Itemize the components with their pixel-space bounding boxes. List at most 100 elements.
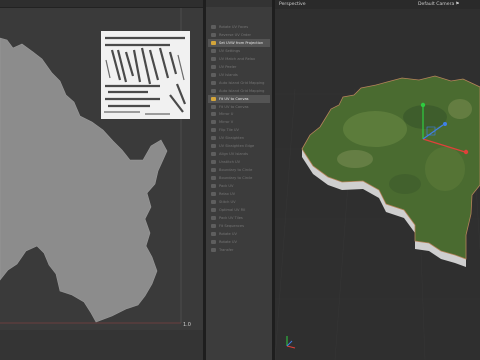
- tool-icon: [211, 168, 216, 173]
- tool-icon: [211, 32, 216, 37]
- tool-item[interactable]: Optimal UV Fill: [208, 206, 270, 214]
- tool-label: Auto Island Grid Mapping: [219, 80, 265, 85]
- tool-item[interactable]: UV Straighten: [208, 134, 270, 142]
- tool-label: Auto Island Grid Mapping: [219, 88, 265, 93]
- tool-item[interactable]: Unstitch UV: [208, 158, 270, 166]
- tool-icon: [211, 88, 216, 93]
- tool-icon: [211, 231, 216, 236]
- tool-item[interactable]: Flip Tile UV: [208, 126, 270, 134]
- tool-icon: [211, 112, 216, 117]
- flag-icon: ⚑: [455, 2, 460, 7]
- tool-label: Relax UV: [219, 191, 236, 196]
- tool-label: Rotate UV: [219, 239, 237, 244]
- viewport-title[interactable]: Perspective: [279, 2, 306, 7]
- tool-label: UV Islands: [219, 72, 238, 77]
- gizmo-z-handle: [443, 122, 447, 126]
- tool-label: Transfer: [219, 247, 234, 252]
- tool-label: Fit UV to Canvas: [219, 104, 249, 109]
- gizmo-y-handle: [420, 102, 426, 108]
- tool-icon: [211, 40, 216, 45]
- tool-item[interactable]: UV Match and Relax: [208, 55, 270, 63]
- tool-label: Fit UV to Canvas: [219, 96, 249, 101]
- tool-icon: [211, 64, 216, 69]
- tool-item[interactable]: Transfer: [208, 246, 270, 254]
- tool-label: Align UV Islands: [219, 152, 248, 157]
- tool-icon: [211, 239, 216, 244]
- tool-icon: [211, 144, 216, 149]
- gizmo-x-handle: [463, 149, 469, 155]
- tool-item[interactable]: Boundary to Circle: [208, 174, 270, 182]
- tool-item[interactable]: Boundary to Circle: [208, 166, 270, 174]
- tool-item[interactable]: Rotate UV Faces: [208, 23, 270, 31]
- tool-label: Mirror U: [219, 112, 234, 117]
- uv-canvas[interactable]: [0, 0, 203, 360]
- tool-item[interactable]: Reverse UV Order: [208, 31, 270, 39]
- tool-icon: [211, 56, 216, 61]
- tool-item[interactable]: Pack UV Tiles: [208, 214, 270, 222]
- camera-label: Default Camera: [418, 2, 455, 7]
- tool-icon: [211, 25, 216, 29]
- tool-icon: [211, 128, 216, 133]
- tool-label: Boundary to Circle: [219, 168, 253, 173]
- tool-label: Stitch UV: [219, 199, 236, 204]
- tool-label: Flip Tile UV: [219, 128, 240, 133]
- axis-indicator: [286, 336, 296, 349]
- tool-item[interactable]: Mirror V: [208, 118, 270, 126]
- tool-item[interactable]: Relax UV: [208, 190, 270, 198]
- viewport-canvas[interactable]: [275, 9, 480, 360]
- tool-item[interactable]: Fit UV to Canvas: [208, 103, 270, 111]
- tool-item[interactable]: UV Islands: [208, 71, 270, 79]
- tool-label: Fit Sequences: [219, 223, 244, 228]
- texture-thumbnail: [101, 31, 190, 119]
- tool-label: Unstitch UV: [219, 160, 241, 165]
- tool-item[interactable]: UV Straighten Edge: [208, 142, 270, 150]
- tool-icon: [211, 104, 216, 109]
- tool-icon: [211, 247, 216, 252]
- tool-label: UV Straighten Edge: [219, 144, 255, 149]
- tool-icon: [211, 223, 216, 228]
- tool-icon: [211, 199, 216, 204]
- tool-item[interactable]: UV Peeler: [208, 63, 270, 71]
- tool-icon: [211, 176, 216, 181]
- tool-label: UV Match and Relax: [219, 56, 256, 61]
- tool-icon: [211, 120, 216, 125]
- tool-item[interactable]: Align UV Islands: [208, 150, 270, 158]
- tool-icon: [211, 215, 216, 220]
- tool-item[interactable]: Auto Island Grid Mapping: [208, 87, 270, 95]
- camera-menu[interactable]: Default Camera⚑: [418, 2, 459, 7]
- tool-icon: [211, 152, 216, 157]
- tool-label: Pack UV Tiles: [219, 215, 243, 220]
- tool-label: Boundary to Circle: [219, 176, 253, 181]
- tool-item[interactable]: Fit UV to Canvas: [208, 94, 270, 103]
- tool-item[interactable]: UV Settings: [208, 47, 270, 55]
- tool-label: Set UVW from Projection: [219, 40, 264, 45]
- tool-item[interactable]: Pack UV: [208, 182, 270, 190]
- tools-panel-header: [206, 0, 272, 7]
- tool-item[interactable]: Set UVW from Projection: [208, 38, 270, 47]
- tool-item[interactable]: Rotate UV: [208, 238, 270, 246]
- uv-bottom-bar: [0, 330, 203, 360]
- tool-item[interactable]: Mirror U: [208, 110, 270, 118]
- tool-label: Reverse UV Order: [219, 32, 252, 37]
- tool-label: UV Straighten: [219, 136, 245, 141]
- tool-icon: [211, 207, 216, 212]
- tool-icon: [211, 191, 216, 196]
- tool-label: Pack UV: [219, 184, 234, 188]
- tool-icon: [211, 184, 216, 188]
- tool-label: Rotate UV Faces: [219, 25, 249, 29]
- tool-label: Mirror V: [219, 120, 234, 125]
- tool-label: UV Settings: [219, 48, 240, 53]
- tool-label: Optimal UV Fill: [219, 207, 246, 212]
- uv-editor-panel[interactable]: 1.0: [0, 0, 203, 360]
- tool-icon: [211, 136, 216, 141]
- tool-item[interactable]: Fit Sequences: [208, 222, 270, 230]
- tool-icon: [211, 72, 216, 77]
- tool-item[interactable]: Auto Island Grid Mapping: [208, 79, 270, 87]
- tool-item[interactable]: Stitch UV: [208, 198, 270, 206]
- tool-icon: [211, 48, 216, 53]
- uv-corner-label: 1.0: [183, 322, 191, 328]
- tool-icon: [211, 80, 216, 85]
- tool-item[interactable]: Rotate UV: [208, 230, 270, 238]
- tool-icon: [211, 160, 216, 165]
- tool-label: Rotate UV: [219, 231, 237, 236]
